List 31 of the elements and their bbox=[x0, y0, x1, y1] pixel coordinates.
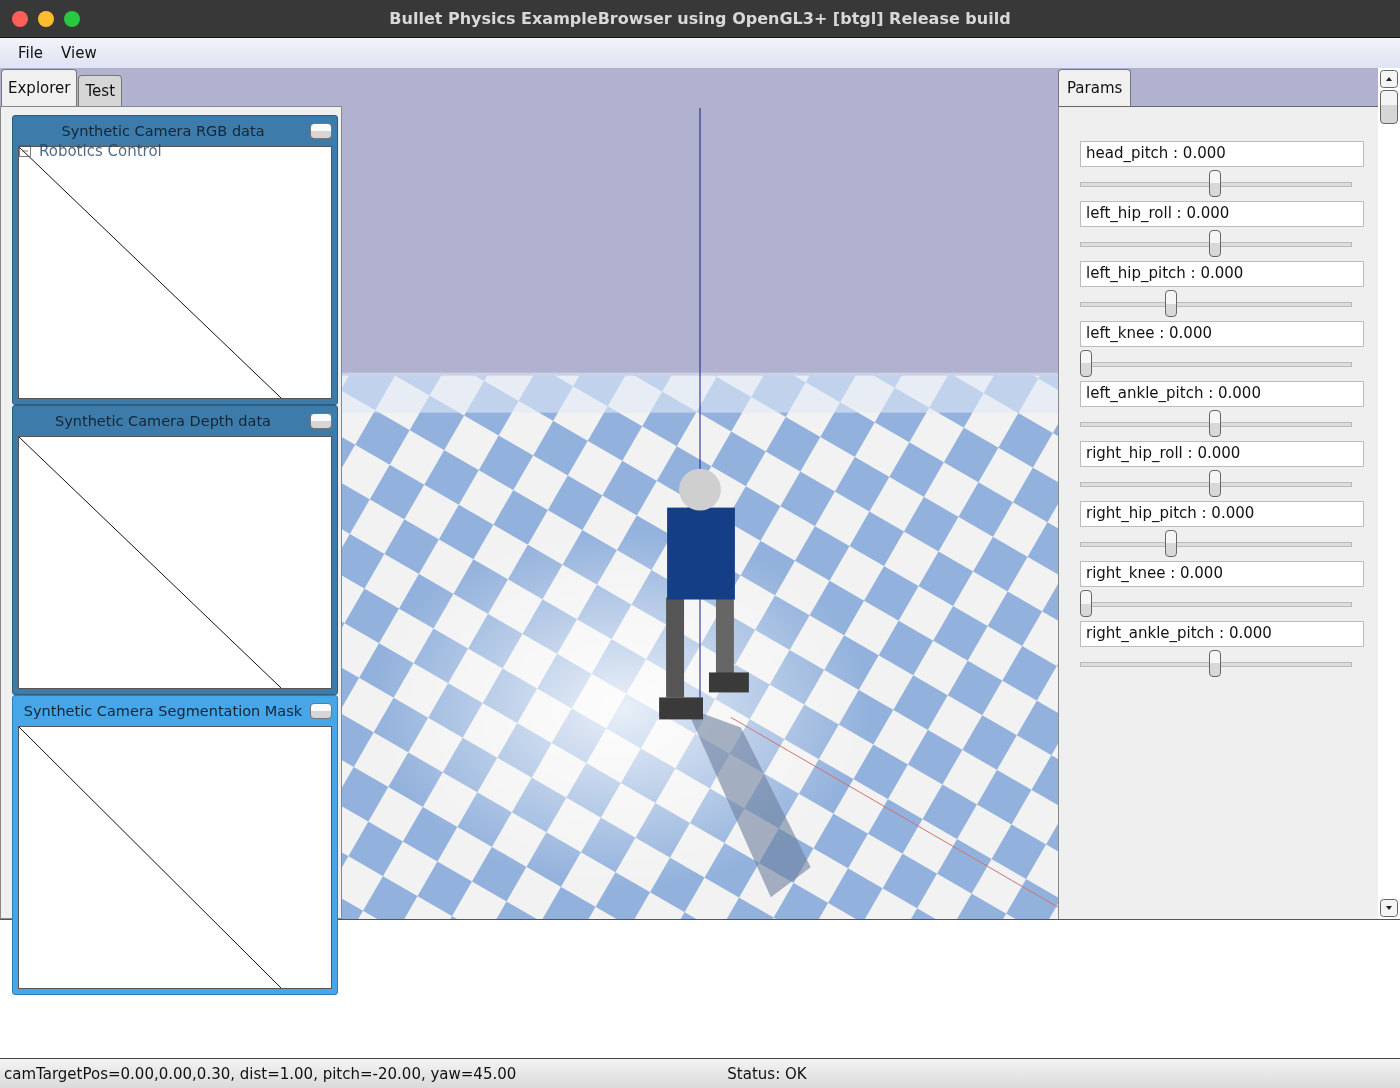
param-field[interactable]: left_hip_roll : 0.000 bbox=[1080, 200, 1364, 227]
status-text: Status: OK bbox=[726, 1064, 807, 1083]
tree-item[interactable]: Robotics Control bbox=[39, 142, 162, 159]
param-field[interactable]: right_knee : 0.000 bbox=[1080, 560, 1364, 587]
collapse-icon[interactable] bbox=[19, 144, 31, 157]
zoom-button[interactable] bbox=[64, 11, 80, 27]
param-field[interactable]: right_ankle_pitch : 0.000 bbox=[1080, 620, 1364, 647]
tab[interactable]: Test bbox=[78, 74, 122, 106]
camera-info: camTargetPos=0.00,0.00,0.30, dist=1.00, pitch=-20.00, yaw=45.00 bbox=[3, 1064, 517, 1083]
camera-window-title: Synthetic Camera Segmentation Mask bbox=[22, 702, 304, 719]
param-field[interactable]: right_hip_roll : 0.000 bbox=[1080, 440, 1364, 467]
tab[interactable]: Explorer bbox=[1, 68, 78, 106]
param-field[interactable]: left_hip_pitch : 0.000 bbox=[1080, 260, 1364, 287]
camera-window-title: Synthetic Camera RGB data bbox=[60, 122, 266, 139]
scroll-down-button[interactable] bbox=[1380, 899, 1398, 918]
param-field[interactable]: head_pitch : 0.000 bbox=[1080, 140, 1364, 167]
tab[interactable]: Params bbox=[1058, 68, 1132, 106]
minimize-button[interactable] bbox=[310, 412, 332, 429]
scrollbar-thumb[interactable] bbox=[1380, 89, 1398, 124]
scroll-up-button[interactable] bbox=[1380, 69, 1398, 88]
menu-item[interactable]: View bbox=[61, 43, 97, 62]
minimize-button[interactable] bbox=[310, 702, 332, 719]
param-field[interactable]: right_hip_pitch : 0.000 bbox=[1080, 500, 1364, 527]
minimize-button[interactable] bbox=[38, 11, 54, 27]
param-field[interactable]: left_ankle_pitch : 0.000 bbox=[1080, 380, 1364, 407]
window-title: Bullet Physics ExampleBrowser using OpenGL3+ [btgl] Release build bbox=[389, 9, 1011, 28]
param-field[interactable]: left_knee : 0.000 bbox=[1080, 320, 1364, 347]
camera-window-title: Synthetic Camera Depth data bbox=[54, 412, 272, 429]
minimize-button[interactable] bbox=[310, 122, 332, 139]
close-button[interactable] bbox=[12, 11, 28, 27]
menu-item[interactable]: File bbox=[18, 43, 44, 62]
